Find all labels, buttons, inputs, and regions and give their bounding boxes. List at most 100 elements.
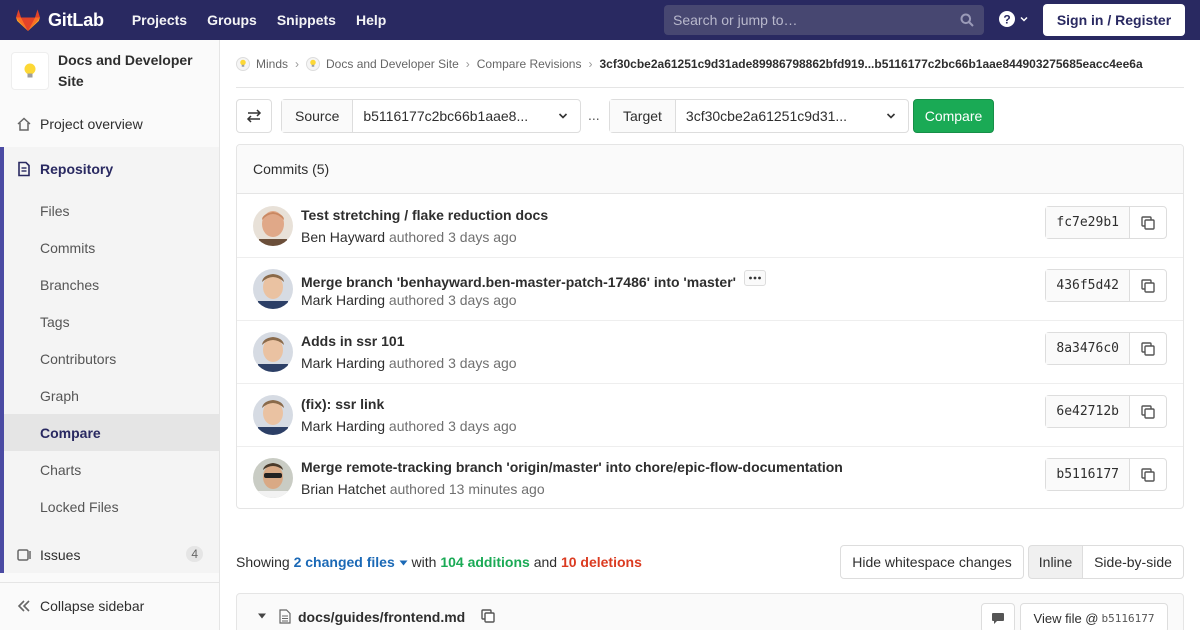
commit-time: 3 days ago — [448, 229, 517, 245]
avatar[interactable] — [253, 332, 293, 372]
copy-sha-button[interactable] — [1130, 333, 1166, 364]
commit-title[interactable]: Test stretching / flake reduction docs — [301, 207, 548, 223]
sidebar-item-project-overview[interactable]: Project overview — [0, 106, 219, 142]
sidebar-item-contributors[interactable]: Contributors — [4, 340, 219, 377]
avatar[interactable] — [253, 395, 293, 435]
sidebar-item-label: Commits — [40, 239, 96, 256]
chevron-down-icon — [558, 113, 568, 119]
commit-title[interactable]: Adds in ssr 101 — [301, 333, 405, 349]
commit-sha[interactable]: 8a3476c0 — [1046, 333, 1130, 364]
changed-files-dropdown[interactable]: 2 changed files — [294, 554, 408, 570]
commit-sha[interactable]: 436f5d42 — [1046, 270, 1130, 301]
source-revision-group: Source b5116177c2bc66b1aae8... — [281, 99, 581, 133]
project-avatar — [11, 52, 49, 90]
copy-icon — [1141, 215, 1155, 230]
commit-title[interactable]: Merge branch 'benhayward.ben-master-patc… — [301, 270, 766, 290]
copy-icon — [1141, 341, 1155, 356]
sign-in-button[interactable]: Sign in / Register — [1043, 4, 1185, 36]
nav-groups[interactable]: Groups — [199, 0, 265, 40]
sidebar-item-charts[interactable]: Charts — [4, 451, 219, 488]
commit-author[interactable]: Mark Harding — [301, 355, 385, 371]
sidebar-item-label: Contributors — [40, 350, 117, 367]
copy-sha-button[interactable] — [1130, 396, 1166, 427]
commit-title[interactable]: Merge remote-tracking branch 'origin/mas… — [301, 459, 843, 475]
diff-file-path[interactable]: docs/guides/frontend.md — [298, 609, 465, 625]
sidebar-item-tags[interactable]: Tags — [4, 303, 219, 340]
chevron-down-icon — [886, 113, 896, 119]
commit-sha[interactable]: fc7e29b1 — [1046, 207, 1130, 238]
diff-stats-bar: Showing 2 changed files with 104 additio… — [236, 545, 1184, 579]
collapse-sidebar-button[interactable]: Collapse sidebar — [0, 588, 219, 624]
diff-file-header: docs/guides/frontend.md View file @ b5116… — [236, 593, 1184, 630]
breadcrumb-item-project[interactable]: Docs and Developer Site — [306, 56, 459, 71]
compare-button[interactable]: Compare — [913, 99, 994, 133]
copy-sha-button[interactable] — [1130, 459, 1166, 490]
sidebar-item-graph[interactable]: Graph — [4, 377, 219, 414]
inline-view-button[interactable]: Inline — [1028, 545, 1083, 579]
nav-snippets[interactable]: Snippets — [269, 0, 344, 40]
nav-projects[interactable]: Projects — [124, 0, 195, 40]
sidebar-item-issues[interactable]: Issues 4 — [0, 537, 219, 573]
sidebar-item-label: Charts — [40, 461, 82, 478]
swap-revisions-button[interactable] — [236, 99, 272, 133]
search-box[interactable] — [664, 5, 984, 35]
breadcrumb-label: Minds — [256, 56, 289, 71]
breadcrumb-current[interactable]: 3cf30cbe2a61251c9d31ade89986798862bfd919… — [599, 57, 1142, 71]
source-revision-dropdown[interactable]: b5116177c2bc66b1aae8... — [353, 100, 580, 132]
sidebar-item-commits[interactable]: Commits — [4, 229, 219, 266]
avatar[interactable] — [253, 206, 293, 246]
deletions-count: 10 deletions — [560, 554, 642, 570]
nav-help[interactable]: Help — [348, 0, 394, 40]
brand-name: GitLab — [48, 9, 104, 30]
commit-sha[interactable]: 6e42712b — [1046, 396, 1130, 427]
commit-author[interactable]: Mark Harding — [301, 418, 385, 434]
breadcrumb-item-compare[interactable]: Compare Revisions — [477, 57, 582, 71]
sidebar-item-label: Locked Files — [40, 498, 119, 515]
project-header[interactable]: Docs and Developer Site — [0, 40, 219, 104]
toggle-comments-button[interactable] — [981, 603, 1015, 630]
top-navbar: GitLab Projects Groups Snippets Help ? S… — [0, 0, 1200, 40]
commit-title[interactable]: (fix): ssr link — [301, 396, 384, 412]
sidebar-item-branches[interactable]: Branches — [4, 266, 219, 303]
commit-sha[interactable]: b5116177 — [1046, 459, 1130, 490]
avatar[interactable] — [253, 269, 293, 309]
view-file-button[interactable]: View file @ b5116177 — [1020, 603, 1168, 630]
sidebar-item-files[interactable]: Files — [4, 192, 219, 229]
side-by-side-view-button[interactable]: Side-by-side — [1082, 545, 1184, 579]
commit-author[interactable]: Ben Hayward — [301, 229, 385, 245]
sidebar-item-locked-files[interactable]: Locked Files — [4, 488, 219, 525]
avatar[interactable] — [253, 458, 293, 498]
breadcrumb-item-minds[interactable]: Minds — [236, 56, 289, 71]
sidebar-item-repository[interactable]: Repository — [4, 151, 219, 187]
sidebar-item-label: Branches — [40, 276, 100, 293]
gitlab-home-link[interactable]: GitLab — [16, 0, 104, 40]
hide-whitespace-button[interactable]: Hide whitespace changes — [840, 545, 1024, 579]
commit-author[interactable]: Brian Hatchet — [301, 481, 386, 497]
target-revision-dropdown[interactable]: 3cf30cbe2a61251c9d31... — [676, 100, 908, 132]
commit-author[interactable]: Mark Harding — [301, 292, 385, 308]
search-icon — [960, 13, 974, 27]
search-input[interactable] — [673, 12, 953, 28]
copy-sha-button[interactable] — [1130, 207, 1166, 238]
sidebar-item-label: Repository — [40, 161, 114, 177]
ellipsis-icon — [749, 276, 761, 280]
caret-down-icon[interactable] — [257, 612, 267, 620]
expand-description-button[interactable] — [744, 270, 766, 286]
breadcrumb: Minds › Docs and Developer Site › Compar… — [236, 40, 1184, 88]
breadcrumb-label: Compare Revisions — [476, 56, 582, 71]
help-dropdown[interactable]: ? — [998, 10, 1029, 28]
copy-sha-button[interactable] — [1130, 270, 1166, 301]
commit-meta: Mark Harding authored 3 days ago — [301, 355, 517, 371]
commit-time: 3 days ago — [448, 292, 517, 308]
home-icon — [17, 117, 31, 131]
caret-down-icon — [399, 560, 408, 566]
sidebar-item-compare[interactable]: Compare — [4, 414, 219, 451]
copy-icon[interactable] — [481, 609, 495, 623]
copy-icon — [1141, 404, 1155, 419]
commit-row: Merge branch 'benhayward.ben-master-patc… — [237, 258, 1183, 321]
comment-icon — [992, 612, 1004, 624]
lightbulb-icon — [306, 56, 321, 71]
copy-icon — [1141, 278, 1155, 293]
lightbulb-icon — [236, 56, 250, 71]
commit-time: 13 minutes ago — [448, 481, 545, 497]
